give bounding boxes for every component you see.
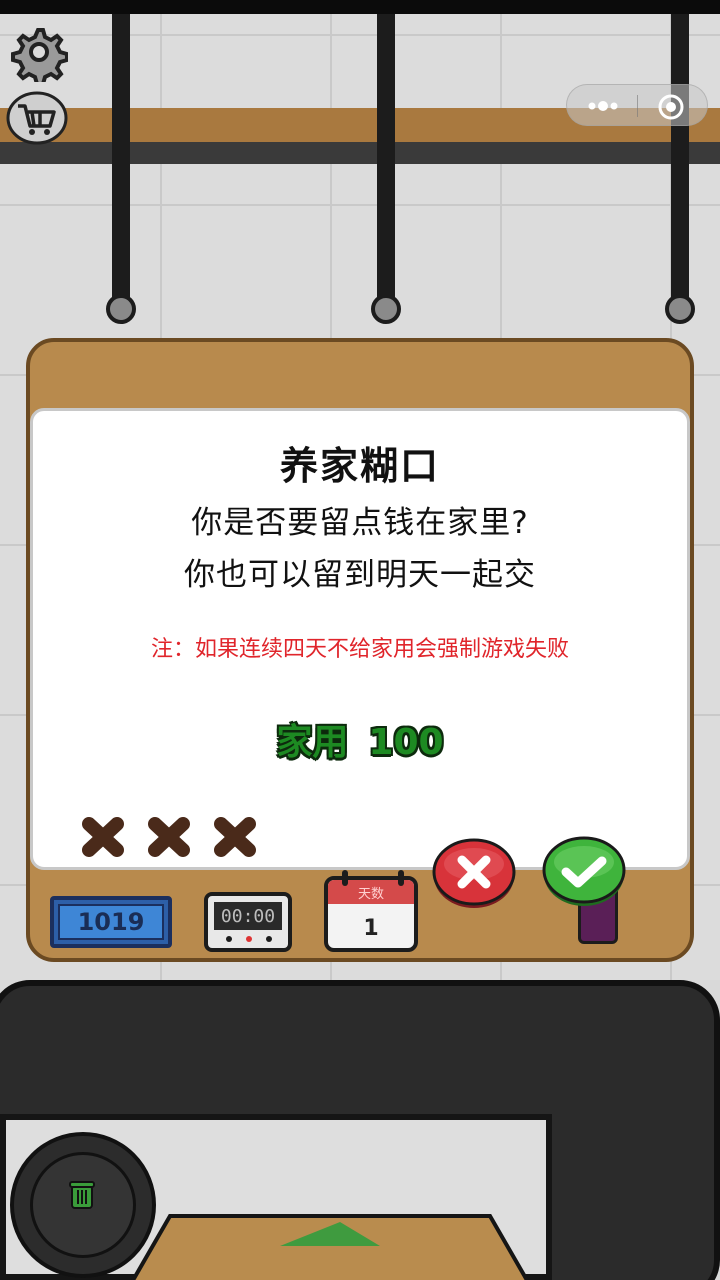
cancel-x-icon — [432, 838, 516, 908]
shop-button[interactable] — [6, 90, 68, 150]
strike-x-icon — [82, 817, 124, 857]
target-close-icon — [658, 94, 684, 120]
dialog-question: 你是否要留点钱在家里? — [191, 505, 529, 541]
calendar-ring — [342, 870, 348, 886]
gear-icon — [11, 28, 69, 86]
dialog-warning-note: 注：如果连续四天不给家用会强制游戏失败 — [150, 637, 569, 662]
close-mini-program-button[interactable] — [657, 93, 685, 121]
pole-cap — [665, 294, 695, 324]
household-money-label: 家用 — [276, 722, 349, 763]
money-display: 1019 — [50, 896, 172, 948]
hanging-pole — [377, 14, 395, 310]
timer-button — [226, 936, 232, 942]
cardboard-box — [130, 1214, 530, 1280]
strike-x-icon — [148, 817, 190, 857]
game-scene: 1019 00:00 天数 1 养家糊口 你是否要留点钱在家里? 你也可以留到明… — [0, 0, 720, 1280]
hanging-pole — [671, 14, 689, 310]
confirm-check-icon — [542, 836, 626, 906]
day-number: 1 — [363, 915, 379, 941]
settings-button[interactable] — [8, 22, 69, 86]
timer-display: 00:00 — [204, 892, 292, 952]
dialog-hint: 你也可以留到明天一起交 — [184, 557, 536, 593]
timer-value: 00:00 — [214, 902, 282, 930]
hanging-pole — [112, 14, 130, 310]
household-expense-dialog: 养家糊口 你是否要留点钱在家里? 你也可以留到明天一起交 注：如果连续四天不给家… — [30, 408, 690, 870]
dialog-title: 养家糊口 — [279, 444, 440, 488]
pole-cap — [371, 294, 401, 324]
more-dots-icon — [588, 101, 618, 111]
strike-x-icon — [214, 817, 256, 857]
timer-button — [266, 936, 272, 942]
shelf-shadow — [0, 142, 720, 164]
day-calendar: 天数 1 — [324, 876, 418, 952]
pole-cap — [106, 294, 136, 324]
calendar-ring — [398, 870, 404, 886]
capsule-divider — [637, 95, 638, 117]
cancel-button[interactable] — [432, 838, 516, 910]
more-menu-button[interactable] — [585, 95, 621, 117]
timer-light — [246, 936, 252, 942]
cart-icon — [6, 91, 68, 145]
household-money: 家用 100 — [33, 713, 687, 765]
money-value: 1019 — [58, 904, 164, 940]
confirm-button[interactable] — [542, 836, 626, 908]
trash-can-icon — [64, 1176, 100, 1212]
top-status-strip — [0, 0, 720, 14]
household-money-value: 100 — [368, 722, 444, 763]
mini-program-menu — [566, 84, 708, 126]
